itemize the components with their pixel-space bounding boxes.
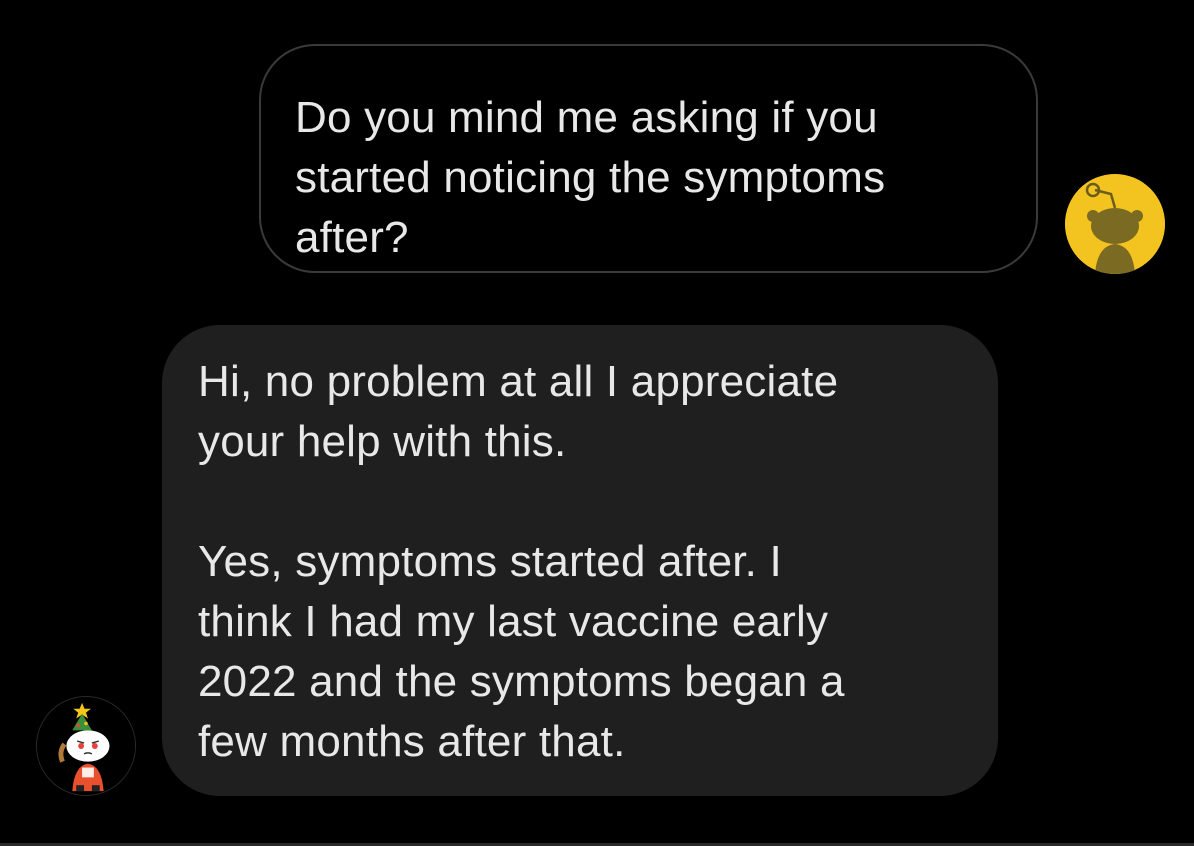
incoming-message-bubble[interactable]: Hi, no problem at all I appreciate your … (162, 325, 998, 796)
snoo-silhouette-avatar-icon (1065, 174, 1165, 274)
incoming-message-text: Hi, no problem at all I appreciate your … (198, 357, 845, 766)
other-user-avatar[interactable] (36, 696, 136, 796)
snoo-christmas-tree-hat-avatar-icon (37, 697, 135, 795)
own-avatar[interactable] (1065, 174, 1165, 274)
outgoing-message-bubble[interactable]: Do you mind me asking if you started not… (259, 44, 1038, 273)
outgoing-message-text: Do you mind me asking if you started not… (295, 93, 886, 262)
